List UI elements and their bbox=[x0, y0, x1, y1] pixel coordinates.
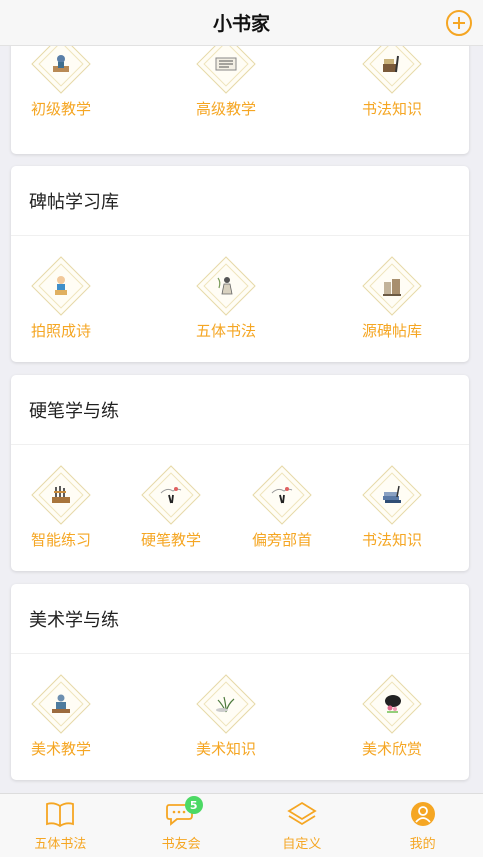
books-stack-icon bbox=[362, 465, 422, 525]
tab-label: 五体书法 bbox=[34, 837, 87, 852]
grid-item-label: 美术教学 bbox=[30, 740, 92, 758]
child-reader-icon bbox=[31, 256, 91, 316]
grid-item-label: 高级教学 bbox=[195, 100, 257, 118]
calligraphy-scroll-icon bbox=[196, 46, 256, 94]
card-art-grid: 美术教学 美术知识 美术欣赏 bbox=[11, 654, 469, 780]
tab-book-club[interactable]: 5 书友会 bbox=[121, 794, 242, 857]
user-circle-icon bbox=[407, 800, 439, 828]
scholar-figure-icon bbox=[31, 46, 91, 94]
section-title: 硬笔学与练 bbox=[11, 375, 469, 445]
card-pen-grid: 智能练习 硬笔教学 偏旁部首 书法知识 bbox=[11, 445, 469, 571]
card-pen-practice: 硬笔学与练 智能练习 硬笔教学 偏旁部首 书法知识 bbox=[11, 375, 469, 571]
grid-item-label: 书法知识 bbox=[361, 531, 423, 549]
bottom-tab-bar: 五体书法 5 书友会 自定义 我的 bbox=[0, 793, 483, 857]
stone-tablet-icon bbox=[362, 256, 422, 316]
card-stele-library: 碑帖学习库 拍照成诗 五体书法 源碑帖库 bbox=[11, 166, 469, 362]
grid-item-label: 偏旁部首 bbox=[251, 531, 313, 549]
seated-scholar-icon bbox=[31, 674, 91, 734]
page-title: 小书家 bbox=[212, 13, 270, 35]
ink-painting-figure-icon bbox=[196, 256, 256, 316]
card-stele-grid: 拍照成诗 五体书法 源碑帖库 bbox=[11, 236, 469, 362]
tab-label: 我的 bbox=[409, 837, 436, 852]
grid-item-label: 美术欣赏 bbox=[361, 740, 423, 758]
tab-label: 自定义 bbox=[282, 837, 322, 852]
section-title: 碑帖学习库 bbox=[11, 166, 469, 236]
tab-label: 书友会 bbox=[161, 837, 201, 852]
grid-item-label: 初级教学 bbox=[30, 100, 92, 118]
card-basic: 初级教学 高级教学 书法知识 bbox=[11, 46, 469, 154]
grid-item-label: 源碑帖库 bbox=[361, 322, 423, 340]
layers-icon bbox=[286, 800, 318, 828]
grid-item-label: 硬笔教学 bbox=[140, 531, 202, 549]
tab-custom[interactable]: 自定义 bbox=[242, 794, 363, 857]
section-title: 美术学与练 bbox=[11, 584, 469, 654]
orchid-painting-icon bbox=[196, 674, 256, 734]
add-button[interactable] bbox=[446, 10, 472, 36]
notification-badge: 5 bbox=[184, 796, 203, 814]
brush-stand-icon bbox=[31, 465, 91, 525]
tab-mine[interactable]: 我的 bbox=[362, 794, 483, 857]
ink-landscape-icon bbox=[141, 465, 201, 525]
grid-item-label: 五体书法 bbox=[195, 322, 257, 340]
brush-and-books-icon bbox=[362, 46, 422, 94]
grid-item-label: 书法知识 bbox=[361, 100, 423, 118]
flower-fan-icon bbox=[362, 674, 422, 734]
ink-landscape-icon bbox=[252, 465, 312, 525]
book-open-icon bbox=[44, 800, 76, 828]
content-scroll[interactable]: 初级教学 高级教学 书法知识 碑帖学习库 拍照成诗 五体书法 源碑帖库 硬笔学与… bbox=[0, 46, 483, 793]
card-art-practice: 美术学与练 美术教学 美术知识 美术欣赏 bbox=[11, 584, 469, 780]
grid-item-label: 美术知识 bbox=[195, 740, 257, 758]
grid-item-label: 拍照成诗 bbox=[30, 322, 92, 340]
tab-five-scripts[interactable]: 五体书法 bbox=[0, 794, 121, 857]
card-basic-grid: 初级教学 高级教学 书法知识 bbox=[11, 46, 469, 154]
grid-item-label: 智能练习 bbox=[30, 531, 92, 549]
nav-header: 小书家 bbox=[0, 0, 483, 46]
